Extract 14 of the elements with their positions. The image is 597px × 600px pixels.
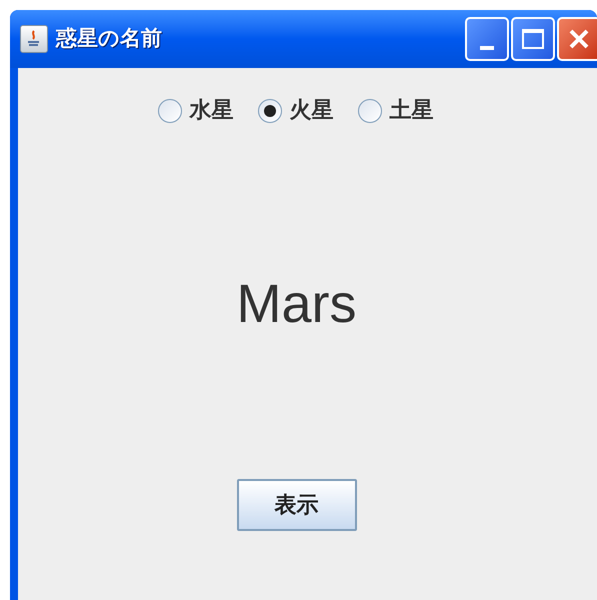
radio-button[interactable] bbox=[358, 98, 382, 122]
window-title: 惑星の名前 bbox=[56, 25, 162, 52]
radio-label: 土星 bbox=[390, 97, 434, 125]
maximize-button[interactable] bbox=[511, 17, 555, 61]
minimize-button[interactable] bbox=[465, 17, 509, 61]
planet-name-label: Mars bbox=[236, 277, 356, 331]
radio-button[interactable] bbox=[258, 98, 282, 122]
close-icon bbox=[568, 28, 590, 50]
show-button[interactable]: 表示 bbox=[236, 479, 356, 531]
radio-button[interactable] bbox=[158, 98, 182, 122]
app-icon bbox=[20, 25, 48, 53]
radio-label: 火星 bbox=[290, 97, 334, 125]
radio-label: 水星 bbox=[190, 97, 234, 125]
close-button[interactable] bbox=[557, 17, 597, 61]
